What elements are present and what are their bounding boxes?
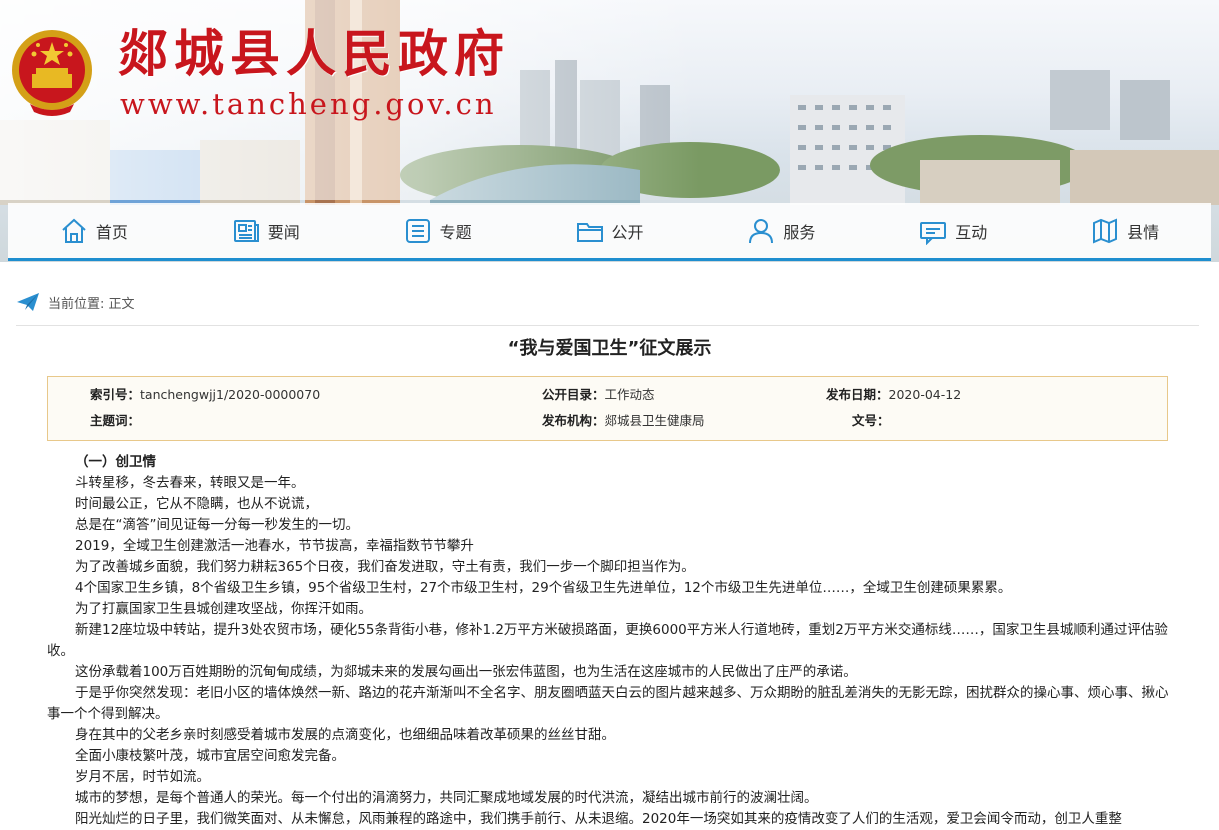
paragraph: 新建12座垃圾中转站，提升3处农贸市场，硬化55条背街小巷，修补1.2万平方米破… (47, 622, 1168, 659)
nav-label: 要闻 (267, 222, 300, 242)
meta-label: 主题词： (90, 413, 141, 428)
meta-date: 发布日期：2020-04-12 (826, 386, 961, 404)
meta-keywords: 主题词： (90, 412, 140, 430)
folder-icon (576, 222, 603, 242)
nav-item-home[interactable]: 首页 (8, 202, 180, 260)
chat-icon (920, 221, 947, 245)
news-icon (233, 219, 259, 242)
nav-label: 专题 (439, 222, 472, 242)
meta-docno: 文号： (852, 412, 890, 430)
paragraph: 为了打赢国家卫生县城创建攻坚战，你挥汗如雨。 (75, 601, 372, 617)
nav-item-news[interactable]: 要闻 (180, 202, 352, 260)
paragraph: 身在其中的父老乡亲时刻感受着城市发展的点滴变化，也细细品味着改革硕果的丝丝甘甜。 (75, 727, 615, 743)
meta-index: 索引号：tanchengwjj1/2020-0000070 (90, 386, 320, 404)
meta-label: 索引号： (90, 387, 141, 402)
paragraph: 这份承载着100万百姓期盼的沉甸甸成绩，为郯城未来的发展勾画出一张宏伟蓝图，也为… (75, 664, 857, 680)
nav-item-public[interactable]: 公开 (524, 202, 696, 260)
meta-label: 公开目录： (542, 387, 605, 402)
breadcrumb: 当前位置: 正文 (16, 290, 135, 314)
document-meta-box: 索引号：tanchengwjj1/2020-0000070 公开目录：工作动态 … (47, 376, 1168, 441)
nav-item-county-info[interactable]: 县情 (1039, 202, 1211, 260)
divider (16, 325, 1199, 326)
nav-label: 首页 (95, 222, 128, 242)
paragraph: 岁月不居，时节如流。 (75, 769, 210, 785)
nav-label: 互动 (955, 222, 988, 242)
article-body: （一）创卫情 斗转星移，冬去春来，转眼又是一年。 时间最公正，它从不隐瞒，也从不… (47, 452, 1172, 830)
paragraph: 时间最公正，它从不隐瞒，也从不说谎， (75, 496, 318, 512)
national-emblem-icon (12, 30, 92, 116)
main-nav: 首页 要闻 专题 公开 服务 互动 县情 (8, 203, 1211, 261)
paragraph: 总是在“滴答”间见证每一分每一秒发生的一切。 (75, 517, 359, 533)
meta-value: tanchengwjj1/2020-0000070 (140, 387, 321, 402)
meta-label: 发布日期： (826, 387, 889, 402)
site-url: www.tancheng.gov.cn (120, 87, 497, 121)
meta-value: 2020-04-12 (888, 387, 962, 402)
nav-label: 服务 (783, 222, 816, 242)
list-icon (405, 218, 430, 243)
paragraph: 2019，全域卫生创建激活一池春水，节节拔高，幸福指数节节攀升 (75, 538, 474, 554)
nav-item-topics[interactable]: 专题 (352, 202, 524, 260)
nav-label: 公开 (611, 222, 644, 242)
paragraph: 城市的梦想，是每个普通人的荣光。每一个付出的涓滴努力，共同汇聚成地域发展的时代洪… (75, 790, 818, 806)
section-heading: （一）创卫情 (75, 454, 156, 470)
nav-item-interact[interactable]: 互动 (867, 202, 1039, 260)
site-title: 郯城县人民政府 (118, 24, 510, 83)
map-icon (1093, 217, 1118, 244)
paragraph: 全面小康枝繁叶茂，城市宜居空间愈发完备。 (75, 748, 345, 764)
article-title: “我与爱国卫生”征文展示 (507, 338, 712, 359)
meta-org: 发布机构：郯城县卫生健康局 (542, 412, 705, 430)
nav-label: 县情 (1127, 222, 1160, 242)
person-icon (749, 218, 774, 243)
paragraph: 斗转星移，冬去春来，转眼又是一年。 (75, 475, 305, 491)
meta-label: 文号： (852, 413, 890, 428)
meta-catalog: 公开目录：工作动态 (542, 386, 655, 404)
home-icon (62, 218, 86, 243)
nav-item-service[interactable]: 服务 (695, 202, 867, 260)
paragraph: 为了改善城乡面貌，我们努力耕耘365个日夜，我们奋发进取，守土有责，我们一步一个… (75, 559, 695, 575)
paper-plane-icon (17, 293, 39, 311)
paragraph: 阳光灿烂的日子里，我们微笑面对、从未懈怠，风雨兼程的路途中，我们携手前行、从未退… (75, 811, 1122, 827)
breadcrumb-text: 当前位置: 正文 (48, 296, 135, 312)
meta-label: 发布机构： (542, 413, 605, 428)
meta-value: 工作动态 (604, 387, 655, 402)
meta-value: 郯城县卫生健康局 (604, 413, 705, 428)
paragraph: 于是乎你突然发现：老旧小区的墙体焕然一新、路边的花卉渐渐叫不全名字、朋友圈晒蓝天… (47, 685, 1169, 722)
paragraph: 4个国家卫生乡镇，8个省级卫生乡镇，95个省级卫生村，27个市级卫生村，29个省… (75, 580, 1012, 596)
